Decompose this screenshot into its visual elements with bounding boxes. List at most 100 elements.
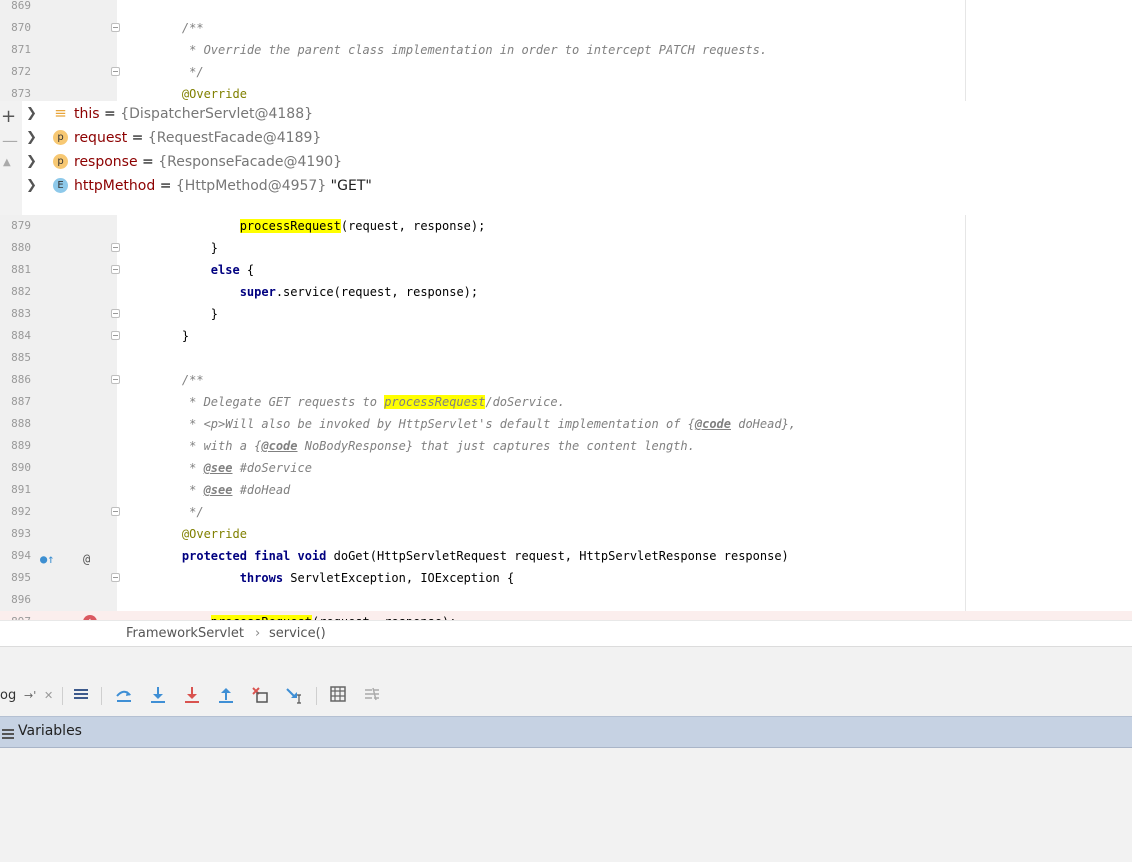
variable-row[interactable]: ❯ p response = {ResponseFacade@4190}	[22, 150, 1122, 174]
step-out-icon[interactable]	[216, 686, 236, 706]
gutter-cell[interactable]: 890	[0, 457, 117, 479]
evaluate-icon[interactable]	[329, 686, 347, 706]
move-up-icon[interactable]: ▲	[3, 157, 11, 168]
code-line[interactable]: 882 super.service(request, response);	[0, 281, 1132, 303]
variables-menu-icon[interactable]	[2, 725, 14, 744]
code-line[interactable]: 892 */	[0, 501, 1132, 523]
gutter-cell[interactable]: 886	[0, 369, 120, 391]
gutter-cell[interactable]: 881	[0, 259, 120, 281]
code-area[interactable]	[117, 0, 1132, 17]
code-area[interactable]: * Override the parent class implementati…	[117, 39, 1132, 61]
close-tab-icon[interactable]: ✕	[44, 686, 53, 706]
code-line[interactable]: 894 ●↑ @ protected final void doGet(HttpSe…	[0, 545, 1132, 567]
gutter-cell[interactable]: 879	[0, 215, 117, 237]
code-area[interactable]: /**	[117, 17, 1132, 39]
frames-icon[interactable]	[72, 686, 90, 706]
gutter-cell[interactable]: 884	[0, 325, 120, 347]
code-area[interactable]: throws ServletException, IOException {	[117, 567, 1132, 589]
code-area[interactable]: }	[117, 237, 1132, 259]
gutter-cell[interactable]: 896	[0, 589, 117, 611]
code-line[interactable]: 884 }	[0, 325, 1132, 347]
code-area[interactable]: else {	[117, 259, 1132, 281]
code-text: }	[153, 325, 189, 347]
gutter-cell[interactable]: 893	[0, 523, 117, 545]
code-area[interactable]: processRequest(request, response);	[117, 215, 1132, 237]
step-over-icon[interactable]	[114, 686, 134, 706]
variable-row[interactable]: ❯ ≡ this = {DispatcherServlet@4188}	[22, 102, 1122, 126]
gutter-cell[interactable]: 885	[0, 347, 117, 369]
gutter-cell[interactable]: 887	[0, 391, 117, 413]
breadcrumb-class[interactable]: FrameworkServlet	[126, 626, 244, 641]
gutter-cell[interactable]: 897	[0, 611, 117, 620]
trace-icon[interactable]	[363, 686, 381, 706]
gutter-cell[interactable]: 871	[0, 39, 117, 61]
code-area[interactable]: }	[117, 325, 1132, 347]
step-into-icon[interactable]	[148, 686, 168, 706]
gutter-cell[interactable]: 882	[0, 281, 117, 303]
gutter-cell[interactable]: 892	[0, 501, 120, 523]
debug-tab-label[interactable]: og	[0, 686, 16, 706]
code-line[interactable]: 872 */	[0, 61, 1132, 83]
code-line[interactable]: 881 else {	[0, 259, 1132, 281]
code-area[interactable]: protected final void doGet(HttpServletRe…	[117, 545, 1132, 567]
code-line[interactable]: 891 * @see #doHead	[0, 479, 1132, 501]
code-editor[interactable]: 869 870 /** 871 * Override the parent clas…	[0, 0, 1132, 620]
gutter-cell[interactable]: 889	[0, 435, 117, 457]
code-area[interactable]: /**	[117, 369, 1132, 391]
code-line[interactable]: 896	[0, 589, 1132, 611]
code-area[interactable]: super.service(request, response);	[117, 281, 1132, 303]
code-area[interactable]: * Delegate GET requests to processReques…	[117, 391, 1132, 413]
code-area[interactable]: */	[117, 501, 1132, 523]
breadcrumb-method[interactable]: service()	[269, 626, 326, 641]
code-line[interactable]: 887 * Delegate GET requests to processRe…	[0, 391, 1132, 413]
expand-chevron-icon[interactable]: ❯	[26, 126, 37, 150]
add-watch-icon[interactable]: +	[1, 106, 16, 127]
code-line[interactable]: 890 * @see #doService	[0, 457, 1132, 479]
force-step-into-icon[interactable]	[182, 686, 202, 706]
gutter-cell[interactable]: 883	[0, 303, 120, 325]
code-line[interactable]: 870 /**	[0, 17, 1132, 39]
code-token: * Override the parent class implementati…	[153, 43, 768, 57]
code-area[interactable]: processRequest(request, response);	[117, 611, 1132, 620]
code-line[interactable]: 897 processRequest(request, response);	[0, 611, 1132, 620]
code-area[interactable]: }	[117, 303, 1132, 325]
code-line[interactable]: 885	[0, 347, 1132, 369]
expand-chevron-icon[interactable]: ❯	[26, 150, 37, 174]
code-token: (request, response);	[340, 219, 486, 233]
variable-row[interactable]: ❯ p request = {RequestFacade@4189}	[22, 126, 1122, 150]
code-line[interactable]: 879 processRequest(request, response);	[0, 215, 1132, 237]
gutter-cell[interactable]: 894 ●↑ @	[0, 545, 117, 567]
code-area[interactable]	[117, 589, 1132, 611]
gutter-cell[interactable]: 872	[0, 61, 120, 83]
gutter-cell[interactable]: 870	[0, 17, 120, 39]
drop-frame-icon[interactable]	[250, 686, 270, 706]
code-line[interactable]: 880 }	[0, 237, 1132, 259]
expand-chevron-icon[interactable]: ❯	[26, 174, 37, 198]
code-area[interactable]: * <p>Will also be invoked by HttpServlet…	[117, 413, 1132, 435]
code-line[interactable]: 871 * Override the parent class implemen…	[0, 39, 1132, 61]
code-line[interactable]: 888 * <p>Will also be invoked by HttpSer…	[0, 413, 1132, 435]
run-to-cursor-icon[interactable]	[284, 686, 304, 706]
code-line[interactable]: 895 throws ServletException, IOException…	[0, 567, 1132, 589]
code-area[interactable]: */	[117, 61, 1132, 83]
code-line[interactable]: 869	[0, 0, 1132, 17]
pin-tab-icon[interactable]: →'	[24, 686, 36, 706]
variable-row[interactable]: ❯ EhttpMethod = {HttpMethod@4957} "GET"	[22, 174, 1122, 198]
code-area[interactable]	[117, 347, 1132, 369]
code-area[interactable]: * @see #doService	[117, 457, 1132, 479]
remove-watch-icon[interactable]: —	[2, 131, 18, 150]
gutter-cell[interactable]: 869	[0, 0, 117, 17]
expand-chevron-icon[interactable]: ❯	[26, 102, 37, 126]
gutter-cell[interactable]: 891	[0, 479, 117, 501]
code-line[interactable]: 886 /**	[0, 369, 1132, 391]
code-line[interactable]: 883 }	[0, 303, 1132, 325]
code-line[interactable]: 889 * with a {@code NoBodyResponse} that…	[0, 435, 1132, 457]
gutter-cell[interactable]: 888	[0, 413, 117, 435]
gutter-cell[interactable]: 880	[0, 237, 120, 259]
code-area[interactable]: * with a {@code NoBodyResponse} that jus…	[117, 435, 1132, 457]
code-area[interactable]: @Override	[117, 523, 1132, 545]
code-area[interactable]: * @see #doHead	[117, 479, 1132, 501]
gutter-cell[interactable]: 895	[0, 567, 120, 589]
code-line[interactable]: 893 @Override	[0, 523, 1132, 545]
